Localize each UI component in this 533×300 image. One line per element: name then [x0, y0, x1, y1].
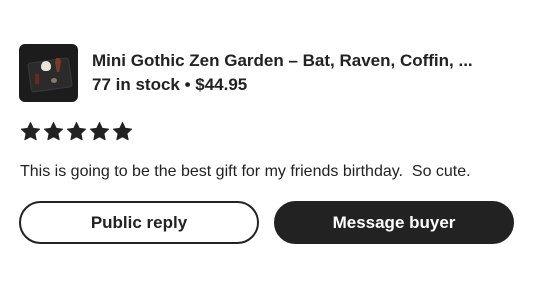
listing-text: Mini Gothic Zen Garden – Bat, Raven, Cof…	[92, 49, 473, 97]
star-icon	[20, 121, 41, 142]
thumbnail-candle	[35, 74, 39, 84]
thumbnail-stone	[51, 78, 57, 83]
listing-stock-price: 77 in stock • $44.95	[92, 75, 248, 94]
star-icon	[66, 121, 87, 142]
review-card: Mini Gothic Zen Garden – Bat, Raven, Cof…	[0, 0, 533, 300]
star-icon	[112, 121, 133, 142]
message-buyer-button[interactable]: Message buyer	[274, 201, 514, 244]
star-icon	[43, 121, 64, 142]
listing-summary[interactable]: Mini Gothic Zen Garden – Bat, Raven, Cof…	[19, 44, 473, 102]
star-rating	[20, 121, 133, 142]
public-reply-button[interactable]: Public reply	[19, 201, 259, 244]
listing-thumbnail[interactable]	[19, 44, 78, 102]
listing-title[interactable]: Mini Gothic Zen Garden – Bat, Raven, Cof…	[92, 49, 473, 73]
star-icon	[89, 121, 110, 142]
thumbnail-skull	[41, 61, 51, 71]
review-text: This is going to be the best gift for my…	[20, 163, 471, 180]
